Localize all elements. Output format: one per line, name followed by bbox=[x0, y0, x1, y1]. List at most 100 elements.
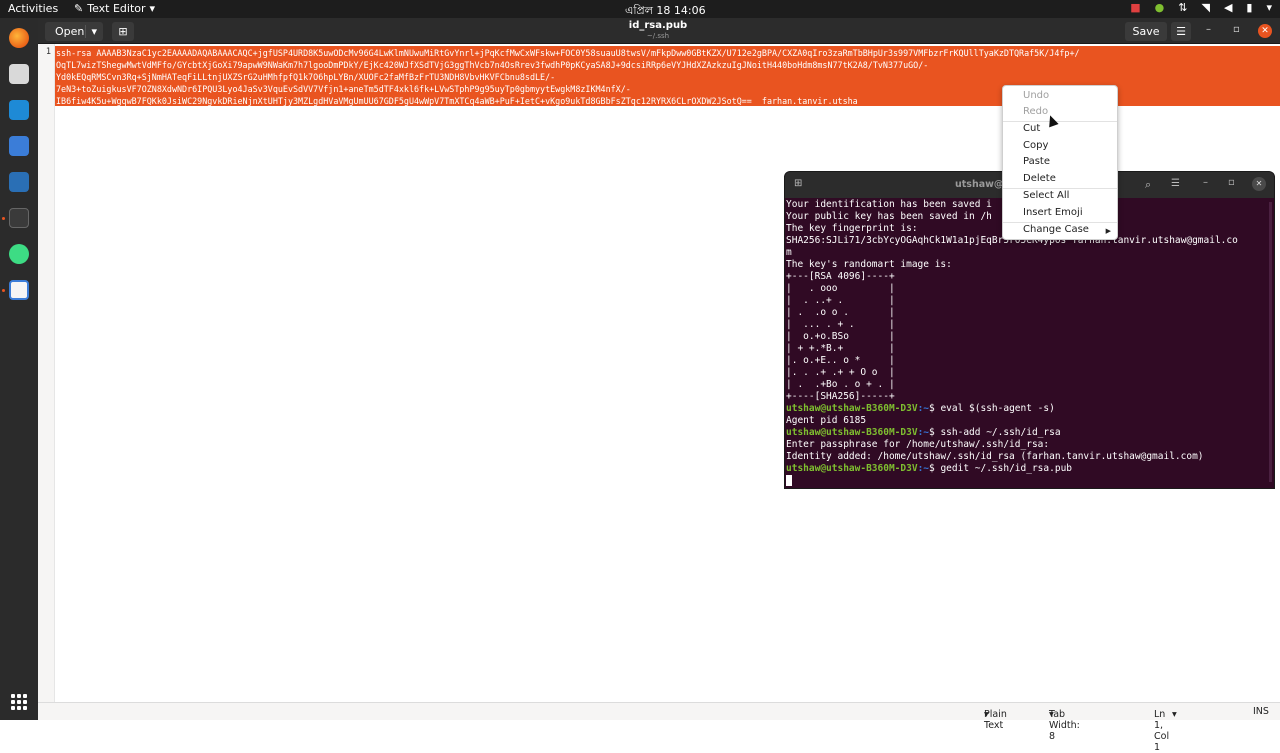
terminal-line: m bbox=[786, 247, 792, 258]
document-path: ~/.ssh bbox=[646, 32, 670, 40]
maximize-button[interactable]: ▫ bbox=[1233, 24, 1240, 35]
screenshot-icon[interactable] bbox=[9, 136, 29, 156]
close-button[interactable]: ✕ bbox=[1258, 24, 1272, 38]
chevron-down-icon: ▾ bbox=[1172, 709, 1177, 720]
new-tab-button[interactable]: ⊞ bbox=[112, 22, 134, 41]
terminal-cursor bbox=[786, 475, 792, 486]
terminal-line: | . .+Bo . o + . | bbox=[786, 379, 895, 390]
power-menu-icon: ▾ bbox=[1266, 1, 1272, 14]
menu-separator bbox=[1003, 121, 1117, 122]
prompt-path: :~ bbox=[917, 463, 930, 474]
dock bbox=[0, 18, 38, 720]
insert-mode: INS bbox=[1253, 706, 1269, 717]
menu-item-cut[interactable]: Cut bbox=[1023, 122, 1040, 136]
terminal-line: +----[SHA256]-----+ bbox=[786, 391, 895, 402]
system-tray[interactable]: ■ ● ⇅ ◥ ◀ ▮ ▾ bbox=[1130, 1, 1272, 14]
editor-headerbar: Open ▾ ⊞ id_rsa.pub ~/.ssh Save ☰ – ▫ ✕ bbox=[38, 18, 1280, 44]
terminal-line: | ... . + . | bbox=[786, 319, 895, 330]
terminal-line: Identity added: /home/utshaw/.ssh/id_rsa… bbox=[786, 451, 1204, 462]
terminal-line: | . .o o . | bbox=[786, 307, 895, 318]
terminal-running-dot bbox=[2, 217, 5, 220]
search-icon[interactable]: ⌕ bbox=[1145, 178, 1151, 192]
editor-running-dot bbox=[2, 289, 5, 292]
terminal-line: Agent pid 6185 bbox=[786, 415, 867, 426]
new-tab-icon[interactable]: ⊞ bbox=[794, 178, 802, 189]
terminal-command-line: utshaw@utshaw-B360M-D3V:~$ ssh-add ~/.ss… bbox=[786, 427, 1271, 439]
prompt-path: :~ bbox=[917, 427, 930, 438]
terminal-line: | + +.*B.+ | bbox=[786, 343, 895, 354]
save-button[interactable]: Save bbox=[1125, 22, 1167, 41]
firefox-icon[interactable] bbox=[9, 28, 29, 48]
command-text: $ eval $(ssh-agent -s) bbox=[929, 403, 1055, 414]
terminal-command-line: utshaw@utshaw-B360M-D3V:~$ gedit ~/.ssh/… bbox=[786, 463, 1271, 475]
command-text: $ ssh-add ~/.ssh/id_rsa bbox=[929, 427, 1061, 438]
close-button[interactable]: ✕ bbox=[1252, 177, 1266, 191]
maximize-button[interactable]: ▫ bbox=[1228, 177, 1235, 188]
terminal-line: +---[RSA 4096]----+ bbox=[786, 271, 895, 282]
text-line: OqTL7wizTShegwMwtVdMFfo/GYcbtXjGoXi79apw… bbox=[56, 60, 929, 70]
terminal-scrollbar[interactable] bbox=[1269, 202, 1272, 482]
open-button[interactable]: Open ▾ bbox=[45, 22, 103, 41]
chevron-down-icon: ▾ bbox=[85, 25, 97, 38]
menu-item-delete[interactable]: Delete bbox=[1023, 172, 1056, 186]
prompt-path: :~ bbox=[917, 403, 930, 414]
hamburger-icon: ☰ bbox=[1176, 25, 1186, 38]
terminal-output[interactable]: Your identification has been saved i /id… bbox=[786, 199, 1271, 487]
menu-item-change-case[interactable]: Change Case bbox=[1023, 223, 1089, 237]
activities-button[interactable]: Activities bbox=[8, 2, 58, 15]
top-panel: Activities ✎ Text Editor ▾ এপ্রিল 18 14:… bbox=[0, 0, 1280, 18]
menu-item-copy[interactable]: Copy bbox=[1023, 139, 1048, 153]
text-editor-dock-icon[interactable] bbox=[9, 280, 29, 300]
hamburger-menu-button[interactable]: ☰ bbox=[1171, 22, 1191, 41]
terminal-line: |. . .+ .+ + O o | bbox=[786, 367, 895, 378]
text-line: Yd0kEQqRMSCvn3Rq+SjNmHATeqFiLLtnjUXZSrG2… bbox=[56, 72, 556, 82]
prompt-user: utshaw@utshaw-B360M-D3V bbox=[786, 427, 918, 438]
document-title: id_rsa.pub bbox=[628, 20, 688, 31]
hamburger-icon[interactable]: ☰ bbox=[1171, 178, 1180, 189]
text-line: ssh-rsa AAAAB3NzaC1yc2EAAAADAQABAAACAQC+… bbox=[56, 48, 1080, 58]
cursor-position-label: Ln 1, Col 1 bbox=[1154, 709, 1170, 753]
show-applications-icon[interactable] bbox=[11, 694, 27, 710]
chevron-right-icon: ▶ bbox=[1105, 227, 1111, 235]
battery-icon: ▮ bbox=[1246, 1, 1253, 14]
terminal-line: |. o.+E.. o * | bbox=[786, 355, 895, 366]
terminal-command-line: utshaw@utshaw-B360M-D3V:~$ eval $(ssh-ag… bbox=[786, 403, 1271, 415]
terminal-cursor-line bbox=[786, 475, 1271, 487]
minimize-button[interactable]: – bbox=[1206, 24, 1211, 35]
command-text: $ gedit ~/.ssh/id_rsa.pub bbox=[929, 463, 1073, 474]
context-menu: Undo Redo Cut Copy Paste Delete Select A… bbox=[1002, 85, 1118, 240]
line-number: 1 bbox=[45, 47, 51, 57]
terminal-icon[interactable] bbox=[9, 208, 29, 228]
chevron-down-icon: ▾ bbox=[984, 709, 989, 720]
terminal-line: Enter passphrase for /home/utshaw/.ssh/i… bbox=[786, 439, 1050, 450]
files-icon[interactable] bbox=[9, 64, 29, 84]
wifi-icon: ◥ bbox=[1201, 1, 1210, 14]
text-editor-icon: ✎ bbox=[74, 2, 84, 15]
minimize-button[interactable]: – bbox=[1203, 177, 1208, 188]
app-menu[interactable]: ✎ Text Editor ▾ bbox=[74, 2, 155, 15]
app-menu-label: Text Editor bbox=[87, 2, 146, 15]
chevron-down-icon: ▾ bbox=[149, 2, 156, 15]
camera-icon: ■ bbox=[1130, 1, 1141, 14]
shield-icon: ● bbox=[1154, 1, 1165, 14]
menu-item-select-all[interactable]: Select All bbox=[1023, 189, 1069, 203]
prompt-user: utshaw@utshaw-B360M-D3V bbox=[786, 403, 918, 414]
status-bar: Plain Text ▾ Tab Width: 8 ▾ Ln 1, Col 1 … bbox=[38, 702, 1280, 753]
line-number-gutter: 1 bbox=[38, 44, 55, 702]
open-button-label: Open bbox=[55, 25, 85, 38]
terminal-line: | . ooo | bbox=[786, 283, 895, 294]
new-tab-icon: ⊞ bbox=[118, 25, 128, 38]
android-studio-icon[interactable] bbox=[9, 244, 29, 264]
network-icon: ⇅ bbox=[1178, 1, 1188, 14]
virtualbox-icon[interactable] bbox=[9, 172, 29, 192]
terminal-line: The key's randomart image is: bbox=[786, 259, 952, 270]
terminal-line: | o.+o.BSo | bbox=[786, 331, 895, 342]
menu-item-insert-emoji[interactable]: Insert Emoji bbox=[1023, 206, 1083, 220]
chevron-down-icon: ▾ bbox=[1049, 709, 1054, 720]
menu-item-redo[interactable]: Redo bbox=[1023, 105, 1048, 119]
vscode-icon[interactable] bbox=[9, 100, 29, 120]
menu-item-paste[interactable]: Paste bbox=[1023, 155, 1050, 169]
volume-icon: ◀ bbox=[1223, 1, 1233, 14]
menu-item-undo[interactable]: Undo bbox=[1023, 89, 1049, 103]
terminal-line: | . ..+ . | bbox=[786, 295, 895, 306]
